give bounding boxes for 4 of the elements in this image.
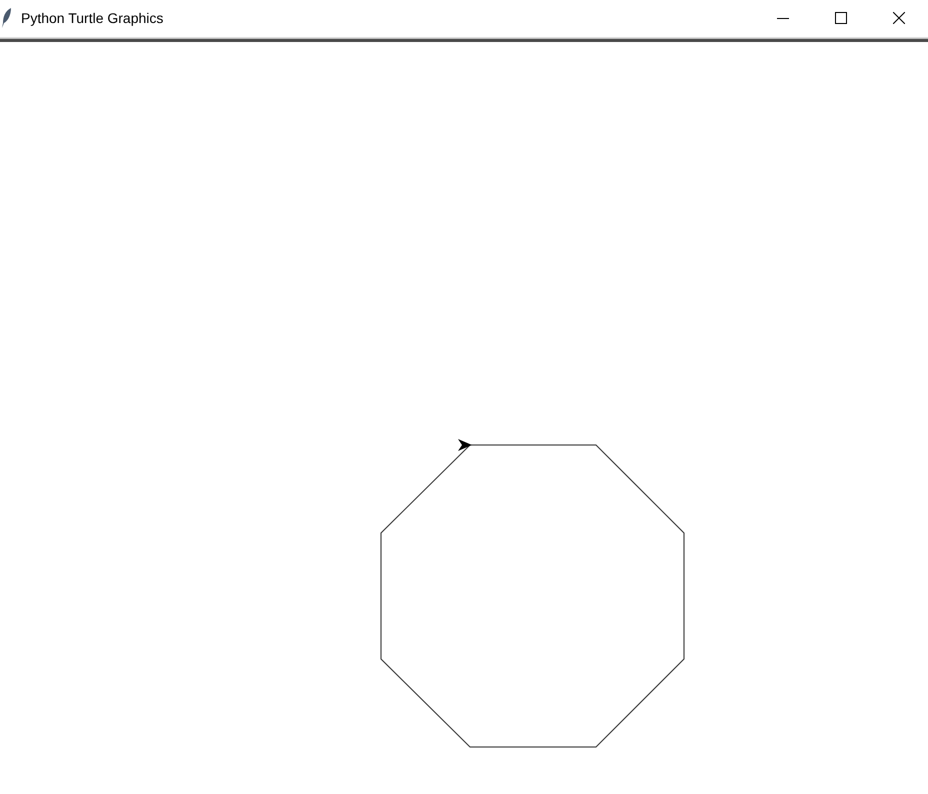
feather-icon	[1, 7, 13, 29]
close-icon	[893, 12, 905, 24]
window-title: Python Turtle Graphics	[21, 10, 164, 26]
maximize-icon	[835, 12, 847, 24]
